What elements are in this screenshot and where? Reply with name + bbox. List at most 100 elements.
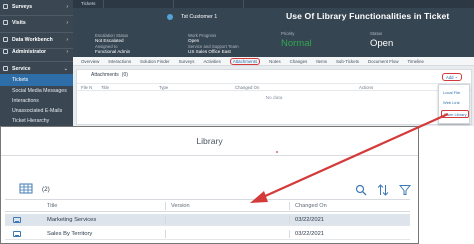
ticket-title: Tst Customer 1: [181, 14, 218, 20]
subtab-sub-tickets[interactable]: Sub-Tickets: [336, 59, 359, 64]
column-header[interactable]: Type: [159, 85, 168, 90]
window-tab-bar: Tickets: [73, 0, 474, 8]
chevron-right-icon: ›: [66, 36, 68, 43]
row-changed-on: 03/22/2021: [295, 217, 325, 223]
attachments-columns: File N Title Type Changed On Actions: [77, 83, 471, 91]
annotation-title: Use Of Library Functionalities in Ticket: [286, 11, 450, 21]
subtab-overview[interactable]: Overview: [81, 59, 99, 64]
field-value: Functional Admin: [95, 49, 131, 54]
document-icon: [13, 231, 21, 237]
tab-tickets[interactable]: Tickets: [73, 0, 105, 8]
priority-value: Normal: [281, 38, 312, 49]
column-separator: [165, 230, 166, 238]
column-separator: [289, 230, 290, 238]
search-icon[interactable]: [355, 184, 367, 196]
column-separator: [165, 202, 166, 210]
menu-item-from-library[interactable]: From Library: [441, 110, 469, 118]
tab-empty[interactable]: [104, 0, 175, 8]
attachments-panel: Attachments (0) File N Title Type Change…: [76, 69, 472, 125]
grid-view-icon[interactable]: [19, 183, 33, 195]
subtab-changes[interactable]: Changes: [290, 59, 308, 64]
sidebar-item-label: Data Workbench: [12, 36, 53, 43]
subtab-attachments[interactable]: Attachments: [229, 57, 261, 65]
chevron-right-icon: ›: [66, 48, 68, 55]
chevron-right-icon: ›: [66, 3, 68, 10]
library-dialog: Library (2) Title Version Changed On Mar…: [0, 126, 419, 244]
subtab-surveys[interactable]: Surveys: [179, 59, 195, 64]
subtab-notes[interactable]: Notes: [269, 59, 280, 64]
column-header-title[interactable]: Title: [47, 203, 57, 209]
ticket-screenshot: Surveys › Visits › Data Workbench › Adminis…: [0, 0, 474, 126]
sidebar-item-visits[interactable]: Visits ›: [0, 16, 73, 29]
attachments-title: Attachments: [91, 72, 119, 78]
sort-icon[interactable]: [377, 184, 389, 196]
sidebar-item-surveys[interactable]: Surveys ›: [0, 0, 73, 13]
field-value: Not Escalated: [95, 38, 124, 43]
status-value: Open: [370, 38, 394, 49]
column-header-version[interactable]: Version: [171, 203, 190, 209]
status-label: Status: [370, 31, 383, 36]
table-row[interactable]: Marketing Services 03/22/2021: [5, 214, 410, 226]
visits-icon: [3, 20, 8, 25]
add-button[interactable]: Add ⌄: [442, 73, 462, 81]
sidebar-item-label: Interactions: [12, 98, 39, 104]
surveys-icon: [3, 4, 8, 9]
subtab-solution-finder[interactable]: Solution Finder: [140, 59, 170, 64]
workbench-icon: [3, 37, 8, 42]
sidebar-item-label: Service: [12, 65, 31, 72]
divider: [1, 155, 418, 156]
subtab-timeline[interactable]: Timeline: [408, 59, 424, 64]
column-header-changed-on[interactable]: Changed On: [295, 203, 327, 209]
chevron-right-icon: ›: [66, 19, 68, 26]
filter-icon[interactable]: [399, 184, 411, 196]
column-header[interactable]: Actions: [359, 85, 373, 90]
library-table-header: Title Version Changed On: [5, 199, 410, 212]
sidebar-item-label: Social Media Messages: [12, 88, 67, 94]
chevron-down-icon: ⌄: [454, 74, 459, 79]
admin-icon: [3, 49, 8, 54]
chevron-down-icon: ⌄: [63, 65, 68, 72]
menu-item-web-link[interactable]: Web Link: [441, 98, 469, 106]
attachments-empty-text: No data: [265, 96, 283, 101]
row-changed-on: 03/22/2021: [295, 231, 325, 237]
tab-empty[interactable]: [174, 0, 245, 8]
add-button-label: Add: [445, 74, 454, 80]
sidebar-item-ticket-hierarchy[interactable]: Ticket Hierarchy: [0, 116, 73, 126]
sidebar-item-administrator[interactable]: Administrator ›: [0, 45, 73, 58]
menu-item-local-file[interactable]: Local File: [441, 88, 469, 96]
column-separator: [289, 216, 290, 224]
ticket-icon: [167, 14, 173, 20]
subtab-bar: Overview Interactions Solution Finder Su…: [73, 57, 474, 66]
column-header[interactable]: Changed On: [235, 85, 259, 90]
library-count: (2): [42, 186, 50, 193]
field-value: US Sales Office East: [188, 49, 231, 54]
library-title: Library: [196, 136, 223, 146]
subtab-document-flow[interactable]: Document Flow: [368, 59, 399, 64]
attachments-count: (0): [121, 72, 128, 78]
attachments-header: Attachments (0): [77, 70, 471, 80]
sidebar-item-label: Visits: [12, 19, 26, 26]
row-title: Sales By Territory: [47, 231, 93, 237]
column-header[interactable]: File N: [81, 85, 92, 90]
row-title: Marketing Services: [47, 217, 97, 223]
subtab-items[interactable]: Items: [316, 59, 327, 64]
add-dropdown-menu: Local File Web Link From Library: [438, 84, 470, 124]
sidebar-item-social-media[interactable]: Social Media Messages: [0, 86, 73, 96]
sidebar-item-label: Administrator: [12, 48, 47, 55]
sidebar-item-label: Ticket Hierarchy: [12, 118, 50, 124]
sidebar-item-label: Unassociated E-Mails: [12, 108, 63, 114]
ticket-header: Tickets Tst Customer 1 Escalation Status…: [73, 0, 474, 57]
sidebar-item-label: Surveys: [12, 3, 33, 10]
subtab-activities[interactable]: Activities: [203, 59, 220, 64]
column-separator: [289, 202, 290, 210]
field-value: Open: [188, 38, 200, 43]
subtab-interactions[interactable]: Interactions: [108, 59, 131, 64]
sidebar-item-unassociated-emails[interactable]: Unassociated E-Mails: [0, 106, 73, 116]
priority-label: Priority: [281, 31, 295, 36]
sidebar-item-label: Tickets: [12, 77, 29, 83]
sidebar-item-tickets[interactable]: Tickets: [0, 74, 73, 86]
table-row[interactable]: Sales By Territory 03/22/2021: [5, 228, 410, 240]
sidebar: Surveys › Visits › Data Workbench › Adminis…: [0, 0, 73, 126]
column-header[interactable]: Title: [101, 85, 109, 90]
sidebar-item-interactions[interactable]: Interactions: [0, 96, 73, 106]
